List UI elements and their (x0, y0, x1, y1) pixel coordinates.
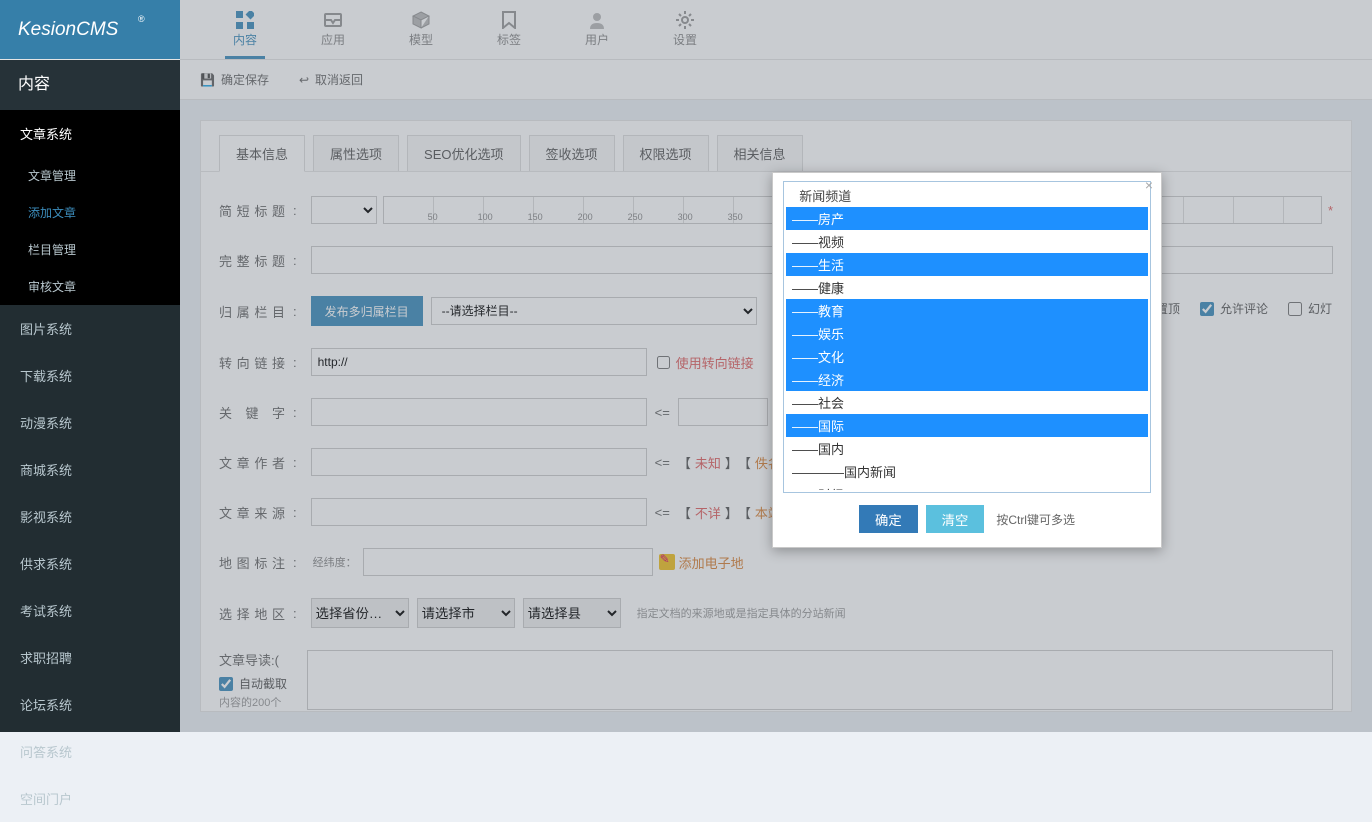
sidebar-space[interactable]: 空间门户 (0, 775, 180, 822)
sidebar-exam[interactable]: 考试系统 (0, 587, 180, 634)
column-option[interactable]: ——健康 (786, 276, 1148, 299)
sidebar-sub-manage[interactable]: 文章管理 (0, 157, 180, 194)
column-option[interactable]: ——视频 (786, 230, 1148, 253)
sidebar-sub-column[interactable]: 栏目管理 (0, 231, 180, 268)
column-option[interactable]: ——社会 (786, 391, 1148, 414)
modal-tip: 按Ctrl键可多选 (996, 511, 1075, 528)
column-option[interactable]: ——财经 (786, 483, 1148, 490)
column-listbox[interactable]: 新闻频道——房产——视频——生活——健康——教育——娱乐——文化——经济——社会… (786, 184, 1148, 490)
sidebar-job[interactable]: 求职招聘 (0, 634, 180, 681)
column-option[interactable]: ——生活 (786, 253, 1148, 276)
sidebar-qa[interactable]: 问答系统 (0, 728, 180, 775)
column-option[interactable]: ——经济 (786, 368, 1148, 391)
sidebar-supply[interactable]: 供求系统 (0, 540, 180, 587)
close-icon[interactable]: × (1145, 177, 1153, 193)
sidebar-sub-review[interactable]: 审核文章 (0, 268, 180, 305)
sidebar-title: 内容 (0, 60, 180, 110)
column-option[interactable]: ——文化 (786, 345, 1148, 368)
sidebar-sub-add[interactable]: 添加文章 (0, 194, 180, 231)
column-option[interactable]: ————国内新闻 (786, 460, 1148, 483)
brand-logo: KesionCMS ® (0, 0, 180, 59)
sidebar-download[interactable]: 下载系统 (0, 352, 180, 399)
sidebar-article-system[interactable]: 文章系统 (0, 110, 180, 157)
column-option[interactable]: ——娱乐 (786, 322, 1148, 345)
column-select-modal: × 新闻频道——房产——视频——生活——健康——教育——娱乐——文化——经济——… (772, 172, 1162, 548)
column-option[interactable]: 新闻频道 (786, 184, 1148, 207)
brand-text: KesionCMS (18, 19, 118, 41)
sidebar-anime[interactable]: 动漫系统 (0, 399, 180, 446)
column-option[interactable]: ——房产 (786, 207, 1148, 230)
column-option[interactable]: ——教育 (786, 299, 1148, 322)
modal-ok-button[interactable]: 确定 (859, 505, 918, 533)
brand-reg: ® (138, 14, 145, 24)
sidebar-mall[interactable]: 商城系统 (0, 446, 180, 493)
sidebar: 内容 文章系统 文章管理 添加文章 栏目管理 审核文章 图片系统 下载系统 动漫… (0, 60, 180, 732)
sidebar-image[interactable]: 图片系统 (0, 305, 180, 352)
column-option[interactable]: ——国内 (786, 437, 1148, 460)
column-option[interactable]: ——国际 (786, 414, 1148, 437)
sidebar-video[interactable]: 影视系统 (0, 493, 180, 540)
sidebar-forum[interactable]: 论坛系统 (0, 681, 180, 728)
modal-clear-button[interactable]: 清空 (926, 505, 985, 533)
